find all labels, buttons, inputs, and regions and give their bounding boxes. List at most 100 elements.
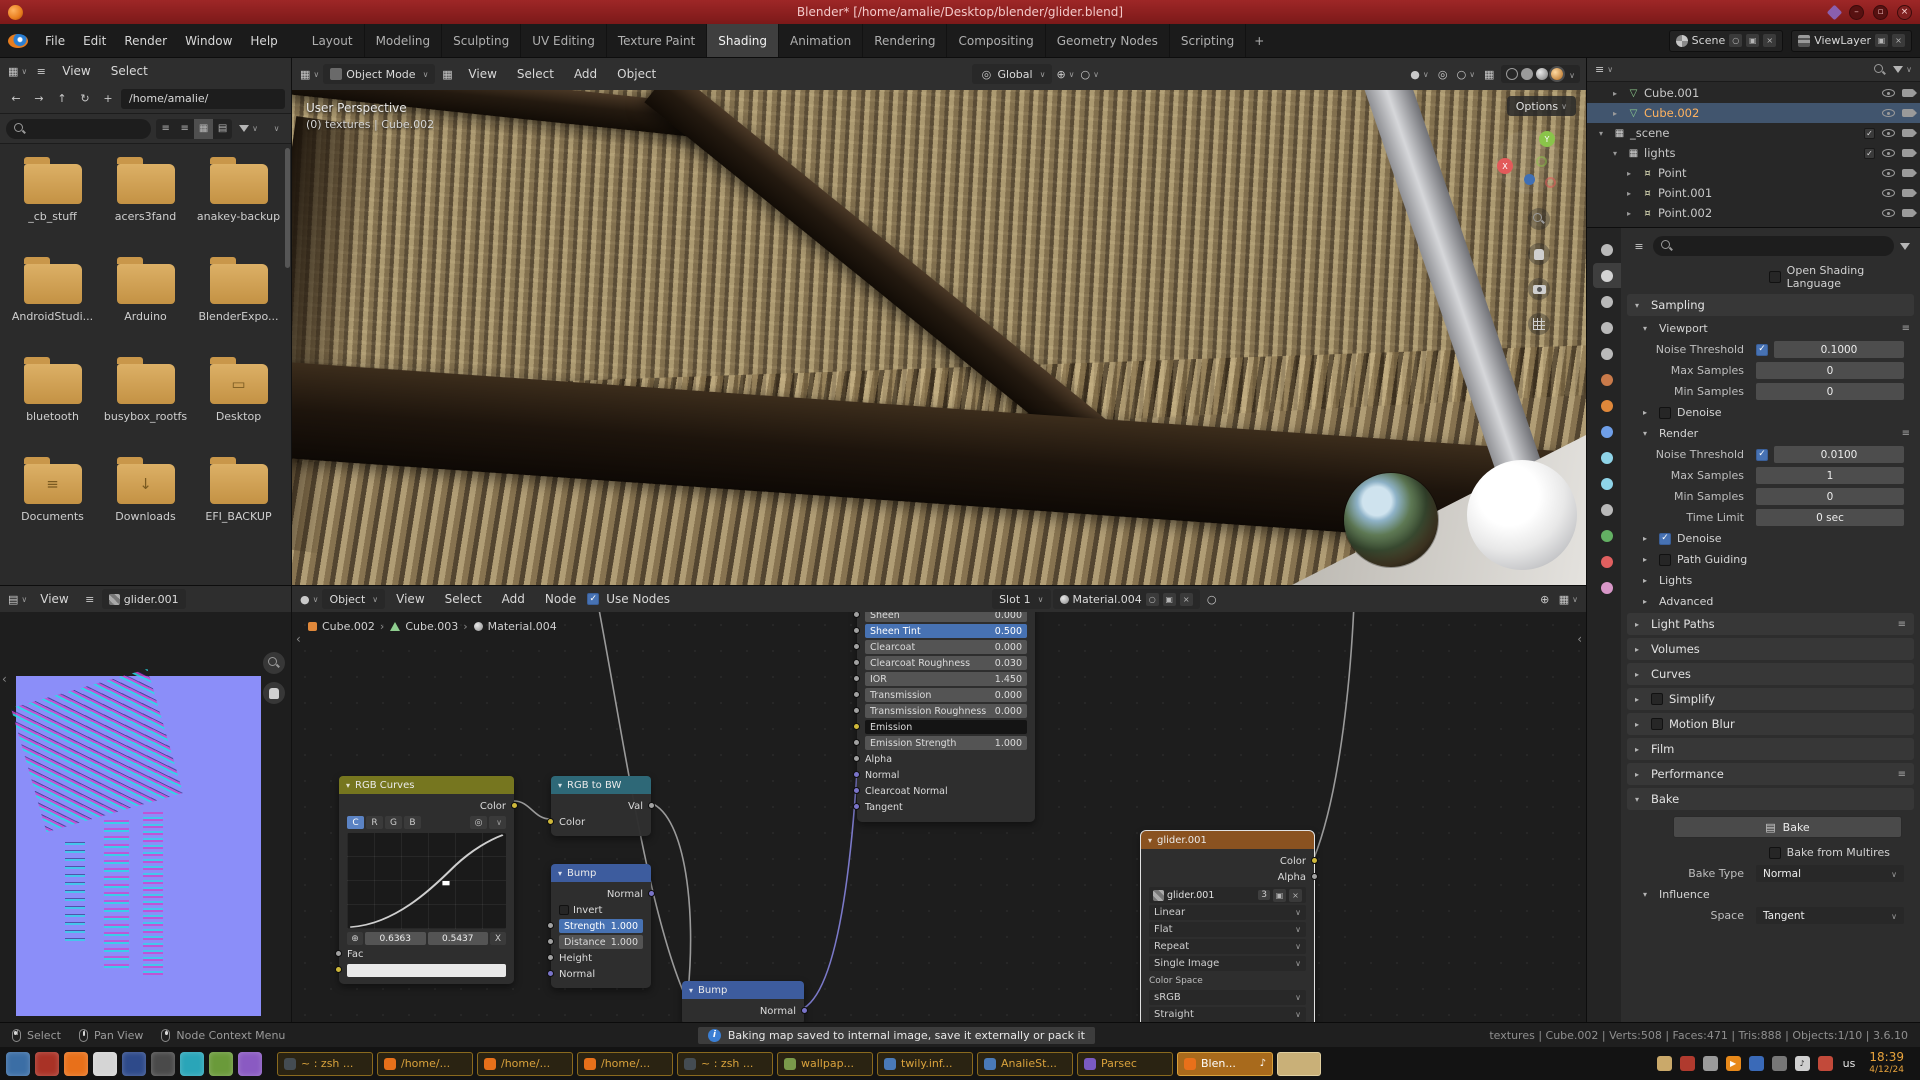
visibility-dropdown-icon[interactable] — [1408, 64, 1430, 84]
principled-input-row[interactable]: Alpha — [865, 752, 1027, 766]
hide-viewport-icon[interactable] — [1882, 189, 1895, 197]
curve-menu-icon[interactable] — [489, 816, 506, 829]
expand-arrow[interactable] — [1627, 169, 1637, 178]
expand-arrow[interactable] — [1635, 695, 1645, 704]
path-guiding-checkbox[interactable] — [1659, 554, 1671, 566]
outliner-filter-icon[interactable] — [1891, 60, 1914, 80]
panel-path-guiding[interactable]: Path Guiding — [1639, 551, 1914, 568]
color-input-swatch[interactable] — [347, 964, 506, 977]
topbar-menu-item[interactable]: Edit — [74, 24, 115, 57]
workspace-tab[interactable]: Modeling — [365, 24, 443, 57]
back-button[interactable] — [6, 89, 26, 109]
min-samples-field[interactable]: 0 — [1756, 488, 1904, 505]
collection-checkbox[interactable]: ✓ — [1864, 148, 1875, 159]
principled-input-row[interactable]: Clearcoat Normal — [865, 784, 1027, 798]
workspace-tab[interactable]: Animation — [779, 24, 863, 57]
min-samples-field[interactable]: 0 — [1756, 383, 1904, 400]
denoise-checkbox[interactable] — [1659, 533, 1671, 545]
mode-dropdown[interactable]: Object Mode — [323, 64, 435, 84]
properties-tab[interactable] — [1593, 341, 1621, 366]
image-option-dropdown[interactable]: Single Image — [1149, 956, 1306, 971]
pin-scene-icon[interactable] — [1729, 34, 1742, 47]
section-checkbox[interactable] — [1651, 693, 1663, 705]
shader-type-dropdown[interactable]: Object — [322, 589, 385, 609]
image-option-dropdown[interactable]: Repeat — [1149, 939, 1306, 954]
snapping-icon[interactable] — [1054, 64, 1076, 84]
image-view-menu[interactable]: View — [31, 586, 77, 612]
editor-type-icon[interactable] — [1593, 60, 1615, 80]
properties-tab[interactable] — [1593, 497, 1621, 522]
taskbar-app-icon[interactable] — [64, 1052, 88, 1076]
tray-icon[interactable] — [1657, 1056, 1672, 1071]
new-image-icon[interactable] — [1273, 889, 1286, 902]
info-message[interactable]: Baking map saved to internal image, save… — [698, 1027, 1095, 1044]
expand-arrow[interactable] — [1635, 620, 1645, 629]
editor-type-icon[interactable] — [6, 589, 29, 609]
properties-tab[interactable] — [1593, 237, 1621, 262]
input-socket[interactable] — [853, 612, 860, 618]
refresh-button[interactable] — [75, 89, 95, 109]
principled-input-row[interactable]: Sheen 0.000 — [865, 612, 1027, 622]
sort-button[interactable] — [237, 119, 260, 139]
distance-slider[interactable]: Distance 1.000 — [559, 935, 643, 949]
hide-viewport-icon[interactable] — [1882, 209, 1895, 217]
max-samples-field[interactable]: 1 — [1756, 467, 1904, 484]
output-socket[interactable] — [801, 1007, 808, 1014]
taskbar-app-icon[interactable] — [93, 1052, 117, 1076]
shader-menu-item[interactable]: Node — [536, 586, 585, 612]
breadcrumb-item[interactable]: Cube.002 — [308, 620, 384, 633]
close-button[interactable] — [1897, 5, 1912, 20]
snap-icon[interactable] — [1535, 589, 1555, 609]
taskbar-window-button[interactable]: /home/... — [477, 1052, 573, 1076]
tray-icon[interactable] — [1795, 1056, 1810, 1071]
topbar-menu-item[interactable]: Render — [115, 24, 176, 57]
rgb-to-bw-node[interactable]: RGB to BW Val Color — [551, 776, 651, 836]
filter-settings-button[interactable] — [265, 119, 285, 139]
taskbar-app-icon[interactable] — [6, 1052, 30, 1076]
file-browser-menu-item[interactable]: Select — [102, 58, 157, 84]
panel-advanced[interactable]: Advanced — [1639, 593, 1914, 610]
curve-tools-icon[interactable]: ◎ — [470, 816, 487, 829]
overlay-icon[interactable] — [1557, 589, 1580, 609]
folder-item[interactable]: ≡ Documents — [6, 456, 99, 556]
properties-tab[interactable] — [1593, 445, 1621, 470]
panel-influence[interactable]: Influence — [1639, 886, 1914, 903]
preset-icon[interactable]: ≡ — [1898, 619, 1906, 630]
output-socket[interactable] — [1311, 873, 1318, 880]
input-socket[interactable] — [853, 707, 860, 714]
invert-row[interactable]: Invert — [559, 903, 643, 917]
principled-input-row[interactable]: Clearcoat 0.000 — [865, 640, 1027, 654]
taskbar-window-button[interactable]: twily.inf... — [877, 1052, 973, 1076]
preset-icon[interactable]: ≡ — [1898, 769, 1906, 780]
input-socket[interactable] — [853, 723, 860, 730]
workspace-tab[interactable]: Scripting — [1170, 24, 1246, 57]
editor-type-icon[interactable] — [298, 589, 320, 609]
outliner-row[interactable]: Cube.001 ✓ — [1587, 83, 1920, 103]
panel-sampling-render[interactable]: Render ≡ — [1639, 425, 1914, 442]
expand-arrow[interactable] — [1613, 109, 1623, 118]
add-workspace-button[interactable]: + — [1246, 24, 1272, 57]
file-search-input[interactable] — [6, 119, 151, 139]
folder-item[interactable]: EFI_BACKUP — [192, 456, 285, 556]
height-input-row[interactable]: Height — [559, 951, 643, 965]
panel-sampling[interactable]: Sampling — [1627, 294, 1914, 316]
tray-icon[interactable] — [1772, 1056, 1787, 1071]
rendered-shading-button[interactable] — [1551, 68, 1563, 80]
disable-render-icon[interactable] — [1902, 209, 1914, 217]
expand-arrow[interactable] — [1635, 301, 1645, 310]
new-scene-icon[interactable] — [1746, 34, 1759, 47]
expand-arrow[interactable] — [1613, 89, 1623, 98]
thumbnail-view-button[interactable] — [194, 119, 213, 139]
image-option-dropdown[interactable]: Linear — [1149, 905, 1306, 920]
principled-input-row[interactable]: Normal — [865, 768, 1027, 782]
panel-sampling-viewport[interactable]: Viewport ≡ — [1639, 320, 1914, 337]
input-socket[interactable] — [853, 659, 860, 666]
viewport-menu-item[interactable]: View — [459, 58, 505, 90]
keyboard-layout-indicator[interactable]: us — [1843, 1057, 1856, 1070]
folder-item[interactable]: acers3fand — [99, 156, 192, 256]
new-material-icon[interactable] — [1163, 593, 1176, 606]
expand-arrow[interactable] — [1635, 795, 1645, 804]
fake-user-icon[interactable] — [1146, 593, 1159, 606]
channel-button[interactable]: C — [347, 816, 364, 829]
taskbar-app-icon[interactable] — [238, 1052, 262, 1076]
